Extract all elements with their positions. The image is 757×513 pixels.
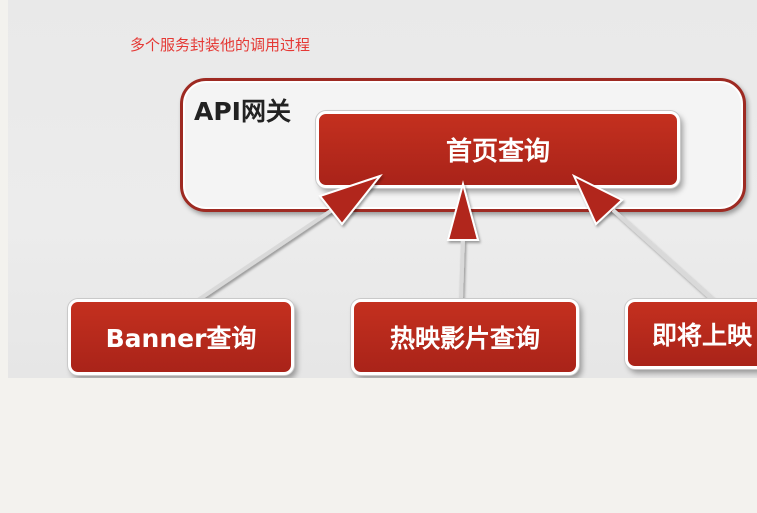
upcoming-query-label: 即将上映 xyxy=(652,321,753,350)
hot-movies-query-label: 热映影片查询 xyxy=(389,324,540,353)
arrow-banner-to-home xyxy=(196,173,383,302)
diagram-slide: 多个服务封装他的调用过程 API网关 首页查询 Banner查询 热映影片查询 … xyxy=(8,0,757,378)
banner-query-label: Banner查询 xyxy=(105,324,257,353)
hot-movies-query-box: 热映影片查询 xyxy=(351,299,579,375)
banner-query-box: Banner查询 xyxy=(68,299,294,375)
arrow-upcoming-to-home xyxy=(571,173,715,302)
arrow-hot-to-home xyxy=(446,180,480,299)
upcoming-query-box: 即将上映 xyxy=(625,299,757,369)
